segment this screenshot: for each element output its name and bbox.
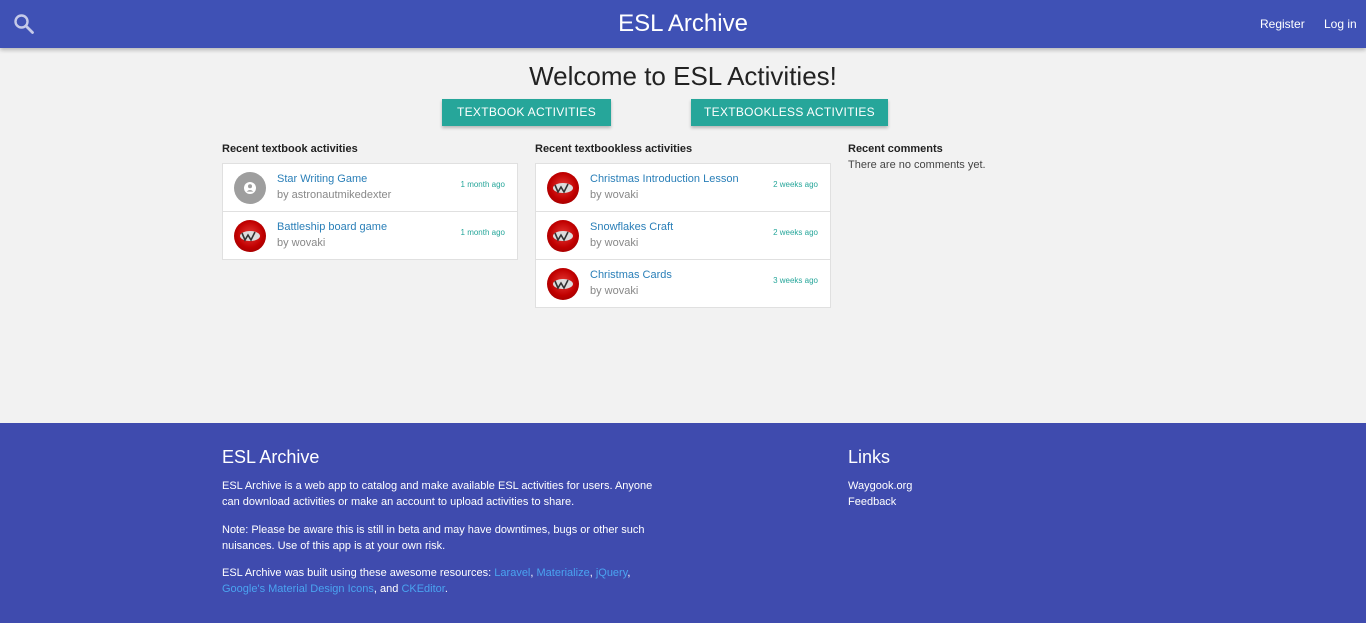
activity-author: by wovaki — [590, 285, 639, 297]
wovaki-avatar-icon — [547, 172, 579, 204]
activity-author: by wovaki — [590, 237, 639, 249]
footer-links: Waygook.org Feedback — [848, 478, 912, 510]
activity-author: by astronautmikedexter — [277, 189, 392, 201]
list-item[interactable]: Star Writing Game by astronautmikedexter… — [223, 164, 517, 212]
register-link[interactable]: Register — [1260, 16, 1305, 32]
recent-textbookless-list: Christmas Introduction Lesson by wovaki … — [535, 163, 831, 308]
footer-beta-note: Note: Please be aware this is still in b… — [222, 524, 645, 552]
activity-title-link[interactable]: Snowflakes Craft — [590, 221, 673, 233]
list-item[interactable]: Christmas Introduction Lesson by wovaki … — [536, 164, 830, 212]
default-user-icon — [234, 172, 266, 204]
search-icon[interactable] — [12, 12, 36, 36]
wovaki-avatar-icon — [547, 220, 579, 252]
list-item[interactable]: Battleship board game by wovaki 1 month … — [223, 212, 517, 259]
waygook-link[interactable]: Waygook.org — [848, 478, 912, 494]
page-title: Welcome to ESL Activities! — [529, 61, 837, 91]
jquery-link[interactable]: jQuery — [596, 567, 628, 579]
resources-prefix: ESL Archive was built using these awesom… — [222, 567, 495, 579]
recent-textbook-heading: Recent textbook activities — [222, 143, 358, 155]
top-navbar: ESL Archive Register Log in — [0, 0, 1366, 48]
activity-time: 1 month ago — [460, 180, 505, 189]
footer-description: ESL Archive is a web app to catalog and … — [222, 480, 653, 508]
list-item[interactable]: Snowflakes Craft by wovaki 2 weeks ago — [536, 212, 830, 260]
feedback-link[interactable]: Feedback — [848, 494, 912, 510]
footer-resources: ESL Archive was built using these awesom… — [222, 565, 672, 597]
separator: , — [627, 567, 631, 579]
separator: , and — [373, 583, 402, 595]
textbookless-activities-button[interactable]: TEXTBOOKLESS ACTIVITIES — [691, 99, 888, 126]
activity-time: 3 weeks ago — [773, 276, 818, 285]
activity-time: 1 month ago — [460, 228, 505, 237]
list-item[interactable]: Christmas Cards by wovaki 3 weeks ago — [536, 260, 830, 307]
activity-author: by wovaki — [590, 189, 639, 201]
separator: . — [444, 583, 448, 595]
material-icons-link[interactable]: Google's Material Design Icons — [222, 583, 374, 595]
activity-title-link[interactable]: Star Writing Game — [277, 173, 367, 185]
ckeditor-link[interactable]: CKEditor — [401, 583, 444, 595]
site-title[interactable]: ESL Archive — [618, 10, 748, 37]
wovaki-avatar-icon — [547, 268, 579, 300]
activity-time: 2 weeks ago — [773, 180, 818, 189]
activity-author: by wovaki — [277, 237, 326, 249]
activity-time: 2 weeks ago — [773, 228, 818, 237]
recent-comments-heading: Recent comments — [848, 143, 943, 155]
recent-textbookless-heading: Recent textbookless activities — [535, 143, 693, 155]
laravel-link[interactable]: Laravel — [494, 567, 530, 579]
footer: ESL Archive ESL Archive is a web app to … — [0, 423, 1366, 623]
materialize-link[interactable]: Materialize — [537, 567, 590, 579]
activity-title-link[interactable]: Christmas Introduction Lesson — [590, 173, 739, 185]
links-title: Links — [848, 447, 891, 467]
footer-title: ESL Archive — [222, 447, 320, 467]
activity-title-link[interactable]: Christmas Cards — [590, 269, 672, 281]
wovaki-avatar-icon — [234, 220, 266, 252]
activity-title-link[interactable]: Battleship board game — [277, 221, 387, 233]
no-comments-text: There are no comments yet. — [848, 159, 986, 171]
textbook-activities-button[interactable]: TEXTBOOK ACTIVITIES — [442, 99, 611, 126]
recent-textbook-list: Star Writing Game by astronautmikedexter… — [222, 163, 518, 260]
login-link[interactable]: Log in — [1324, 16, 1357, 32]
